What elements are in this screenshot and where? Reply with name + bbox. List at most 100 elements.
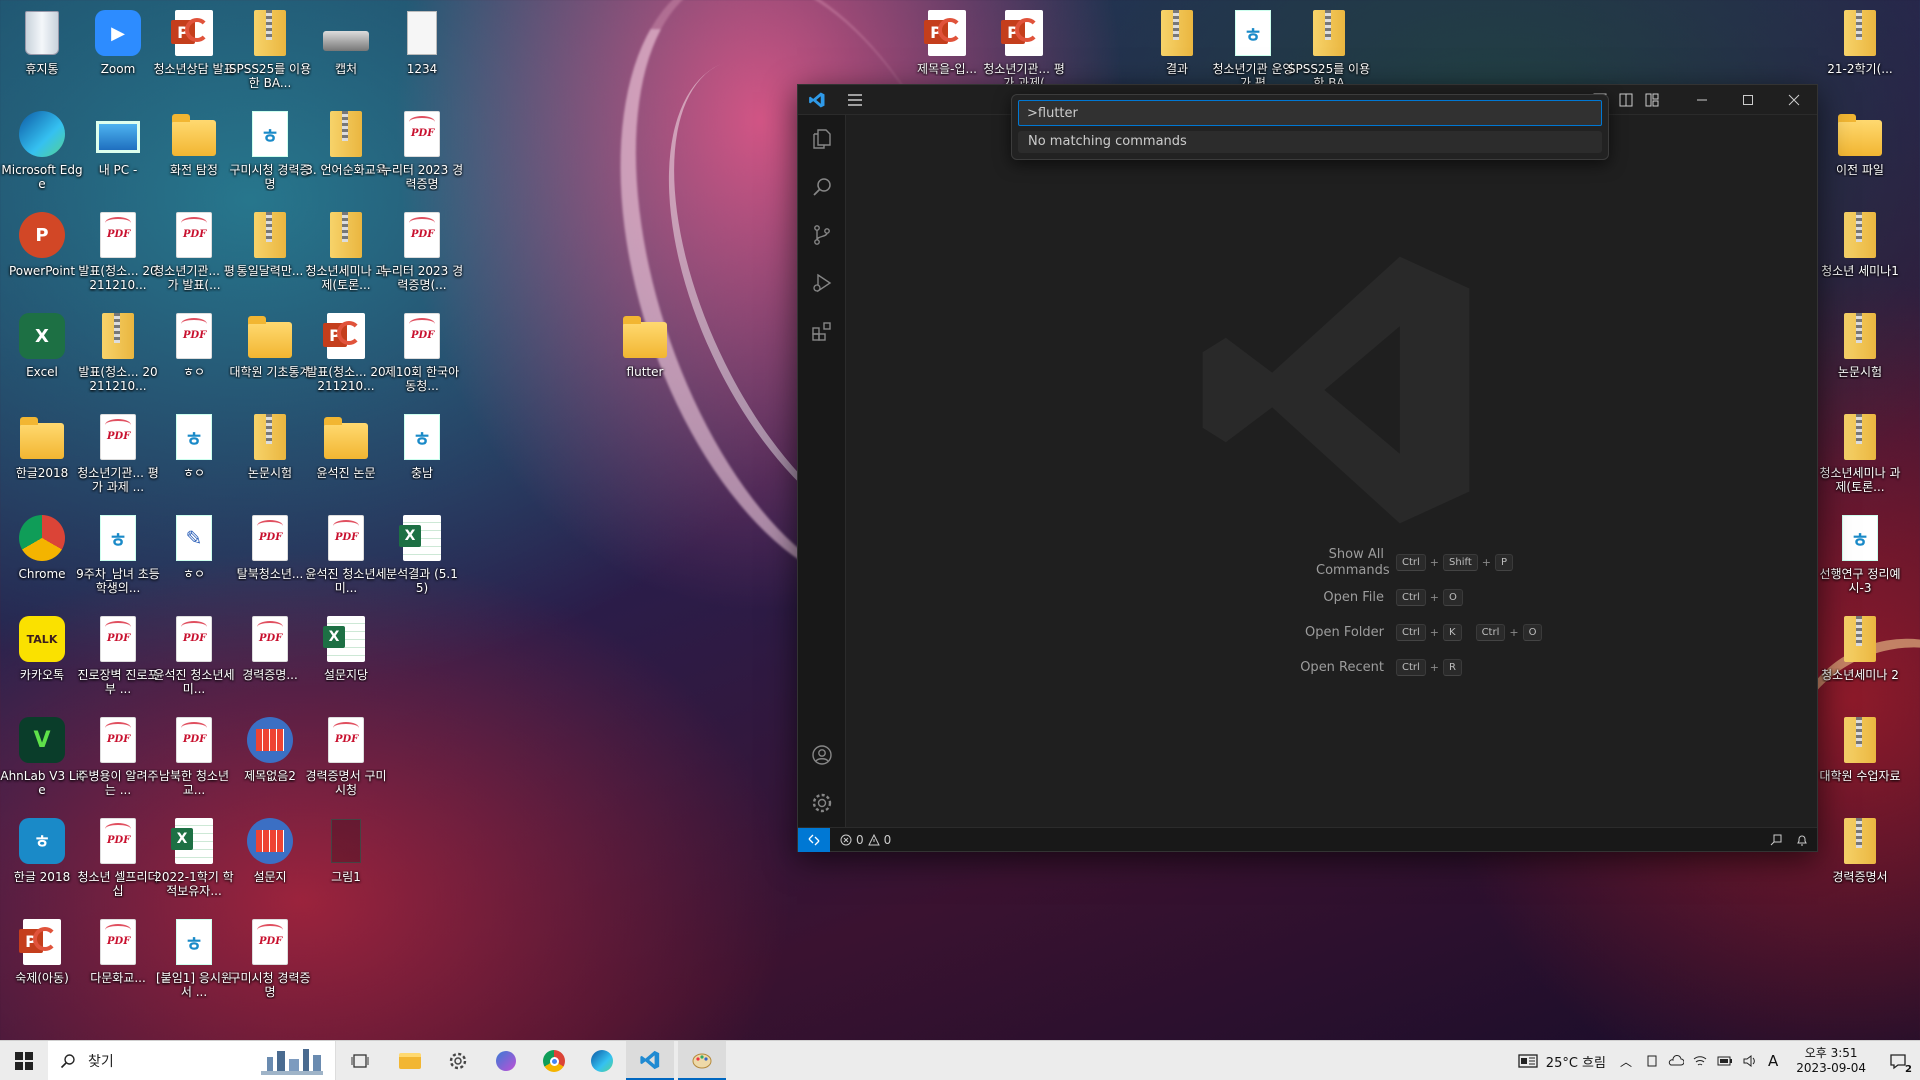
desktop-icon[interactable]: V AhnLab V3 Lite [0,711,84,807]
desktop-icon[interactable]: 청소년기관... 평가 과제 ... [76,408,160,504]
volume-icon[interactable] [1742,1053,1758,1069]
desktop-icon[interactable]: 청소년세미나 2 [1818,610,1902,706]
taskbar-file-explorer[interactable] [386,1041,434,1080]
minimize-button[interactable] [1679,85,1725,115]
desktop-icon[interactable]: P PowerPoint [0,206,84,302]
desktop-icon[interactable]: 대학원 수업자료 [1818,711,1902,807]
source-control-icon[interactable] [798,211,846,259]
desktop-icon[interactable]: TALK 카카오톡 [0,610,84,706]
desktop-icon[interactable]: 청소년세미나 과제(토론... [1818,408,1902,504]
desktop-icon[interactable]: ㅎ 한글 2018 [0,812,84,908]
desktop-icon[interactable]: ㅎ 충남 [380,408,464,504]
explorer-icon[interactable] [798,115,846,163]
ime-indicator[interactable]: A [1768,1052,1778,1070]
shortcut-row[interactable]: Open File Ctrl + O [1226,580,1646,615]
desktop-icon[interactable]: 제목없음2 [228,711,312,807]
remote-indicator-button[interactable] [798,827,830,852]
shortcut-row[interactable]: Open Recent Ctrl + R [1226,650,1646,685]
desktop-icon[interactable]: 설문지 [228,812,312,908]
desktop-icon[interactable]: 이전 파일 [1818,105,1902,201]
desktop-icon[interactable]: 주병용이 알려주는 ... [76,711,160,807]
close-button[interactable] [1771,85,1817,115]
clock[interactable]: 오후 3:51 2023-09-04 [1786,1046,1876,1076]
problems-status[interactable]: 0 0 [830,833,891,847]
desktop-icon[interactable]: 발표(청소... 20211210... [76,206,160,302]
desktop-icon[interactable]: 캡처 [304,4,388,100]
desktop-icon[interactable]: 통일달력만... [228,206,312,302]
onedrive-cloud-icon[interactable] [1668,1053,1684,1069]
desktop-icon[interactable]: ㅎ [붙임1] 응시원서 ... [152,913,236,1009]
desktop-icon[interactable]: 휴지통 [0,4,84,100]
battery-icon[interactable] [1716,1053,1734,1069]
feedback-icon[interactable] [1769,833,1783,847]
desktop-icon[interactable]: 진로장벽 진로포부 ... [76,610,160,706]
search-icon[interactable] [798,163,846,211]
desktop-icon[interactable]: 한글2018 [0,408,84,504]
desktop-icon[interactable]: Microsoft Edge [0,105,84,201]
taskbar-paint[interactable] [678,1041,726,1080]
desktop-icon[interactable]: 분석결과 (5.15) [380,509,464,605]
desktop-icon[interactable]: ㅎㅎㅇ [152,408,236,504]
desktop-icon[interactable]: Chrome [0,509,84,605]
editor-area[interactable]: Show All Commands Ctrl + Shift + P Open File Ct… [846,115,1817,827]
desktop-icon[interactable]: 2022-1학기 학적보유자... [152,812,236,908]
desktop-icon[interactable]: ▶ Zoom [76,4,160,100]
start-button[interactable] [0,1041,48,1080]
desktop-icon[interactable]: 발표(청소... 20211210... [76,307,160,403]
desktop-icon[interactable]: 1234 [380,4,464,100]
desktop-icon[interactable]: 청소년기관... 평가 발표(... [152,206,236,302]
desktop-icon[interactable]: ㅎ 9주차_남녀 초등학생의... [76,509,160,605]
vscode-window[interactable]: Show All Commands Ctrl + Shift + P Open File Ct… [797,84,1818,852]
taskbar-edge[interactable] [578,1041,626,1080]
desktop-icon[interactable]: 대학원 기초통계 [228,307,312,403]
desktop-icon[interactable]: 윤석진 논문 [304,408,388,504]
desktop-icon[interactable]: 논문시험 [1818,307,1902,403]
desktop-icon[interactable]: 청소년 셀프리더십 [76,812,160,908]
taskbar-chrome[interactable] [530,1041,578,1080]
toggle-sidebar-icon[interactable] [1613,85,1639,115]
desktop-icon[interactable]: 구미시청 경력증명 [228,913,312,1009]
command-palette-input[interactable] [1018,100,1602,126]
accounts-icon[interactable] [798,731,846,779]
desktop-icon[interactable]: ㅎ 선행연구 정리예시-3 [1818,509,1902,605]
device-icon[interactable] [1644,1053,1660,1069]
desktop-icon[interactable]: 청소년상담 발표 [152,4,236,100]
task-view-button[interactable] [336,1041,384,1080]
desktop-icon[interactable]: 남북한 청소년 교... [152,711,236,807]
shortcut-row[interactable]: Open Folder Ctrl + K Ctrl + O [1226,615,1646,650]
desktop-icon[interactable]: 설문지당 [304,610,388,706]
settings-gear-icon[interactable] [798,779,846,827]
news-widget-icon[interactable] [1518,1053,1538,1069]
desktop-icon[interactable]: 경력증명... [228,610,312,706]
desktop-icon[interactable]: SPSS25를 이용한 BA... [228,4,312,100]
desktop-icon[interactable]: 경력증명서 구미시청 [304,711,388,807]
desktop-icon[interactable]: 경력증명서 [1818,812,1902,908]
desktop-icon[interactable]: ㅎ 구미시청 경력증명 [228,105,312,201]
wifi-icon[interactable] [1692,1053,1708,1069]
extensions-icon[interactable] [798,307,846,355]
hamburger-menu-icon[interactable] [846,91,864,109]
desktop-icon[interactable]: 탈북청소년... [228,509,312,605]
desktop-icon[interactable]: X Excel [0,307,84,403]
shortcut-row[interactable]: Show All Commands Ctrl + Shift + P [1226,545,1646,580]
desktop-icon[interactable]: 내 PC - [76,105,160,201]
desktop-icon[interactable]: 논문시험 [228,408,312,504]
desktop-icon[interactable]: 청소년세미나 과제(토론... [304,206,388,302]
bell-icon[interactable] [1795,833,1809,847]
desktop-icon[interactable]: ✎ ㅎㅇ [152,509,236,605]
run-debug-icon[interactable] [798,259,846,307]
desktop-icon[interactable]: ㅎㅇ [152,307,236,403]
desktop-icon[interactable]: 누리터 2023 경력증명(... [380,206,464,302]
desktop-icon[interactable]: 윤석진 청소년세미... [304,509,388,605]
notification-center-button[interactable]: 2 [1876,1041,1920,1080]
desktop-icon[interactable]: 발표(청소... 20211210... [304,307,388,403]
maximize-button[interactable] [1725,85,1771,115]
desktop-icon[interactable]: 3. 언어순화교육 [304,105,388,201]
desktop-icon[interactable]: 윤석진 청소년세미... [152,610,236,706]
desktop-icon[interactable]: 다문화교... [76,913,160,1009]
desktop-icon[interactable]: 누리터 2023 경력증명 [380,105,464,201]
desktop-icon[interactable]: 숙제(아동) [0,913,84,1009]
desktop-icon[interactable]: 그림1 [304,812,388,908]
taskbar-search[interactable]: 찾기 [48,1041,336,1080]
chevron-up-icon[interactable]: ︿ [1620,1053,1632,1070]
